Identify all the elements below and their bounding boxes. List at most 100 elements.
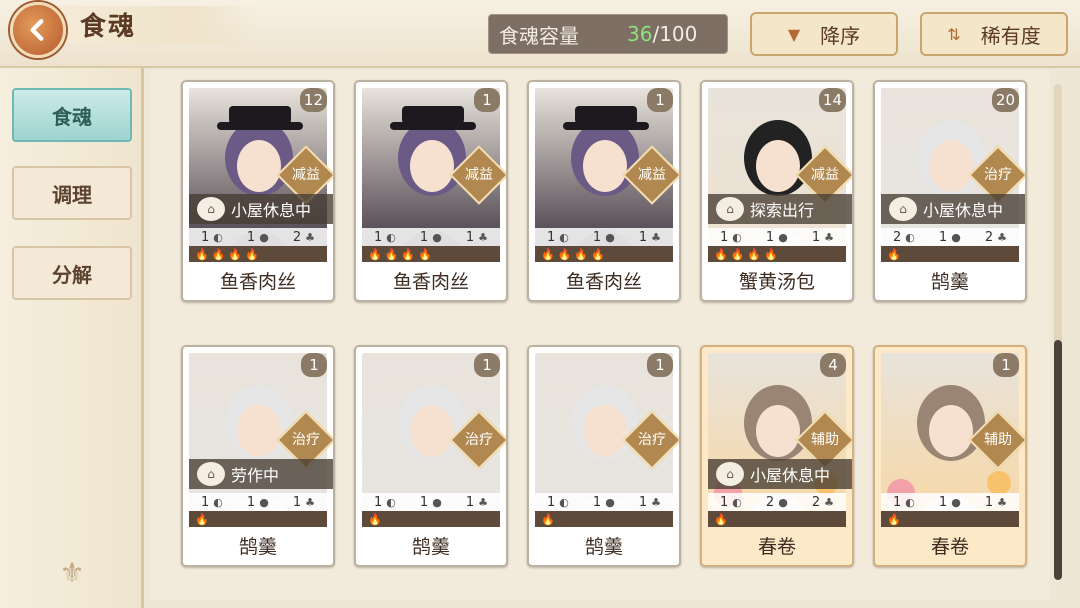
sidebar [0,68,144,608]
stats-row: 1 ◐ 1 ● 1 ♣ [535,493,673,511]
status-bar: ⌂ 小屋休息中 [708,459,852,489]
role-label: 治疗 [638,432,666,448]
card-name: 鱼香肉丝 [565,270,642,293]
stats-row: 1 ◐ 2 ● 2 ♣ [708,493,846,511]
food-soul-card[interactable]: 1 减益 1 ◐ 1 ● 1 ♣ 🔥 🔥 🔥 🔥 鱼香肉丝 [527,80,681,302]
sort-order-button[interactable]: ▼ 降序 [750,12,898,56]
sidebar-item-decompose[interactable]: 分解 [12,246,132,300]
stat-icon: ◐ [905,495,915,509]
status-bar: ⌂ 小屋休息中 [189,194,333,224]
sidebar-item-foodsoul[interactable]: 食魂 [12,88,132,142]
food-soul-card[interactable]: 20 治疗 ⌂ 小屋休息中 2 ◐ 1 ● 2 ♣ 🔥 鹄羹 [873,80,1027,302]
stat-value: 1 ● [419,494,442,510]
level-badge: 14 [818,88,846,112]
flame-icon: 🔥 [747,247,762,261]
stat-value: 1 ♣ [465,229,488,245]
food-soul-card[interactable]: 1 治疗 ⌂ 劳作中 1 ◐ 1 ● 1 ♣ 🔥 鹄羹 [181,345,335,567]
stat-value: 1 ● [419,229,442,245]
stat-value: 1 ● [592,229,615,245]
role-label: 辅助 [984,432,1012,448]
food-soul-card[interactable]: 1 治疗 1 ◐ 1 ● 1 ♣ 🔥 鹄羹 [527,345,681,567]
level-badge: 1 [647,353,673,377]
food-soul-card[interactable]: 14 减益 ⌂ 探索出行 1 ◐ 1 ● 1 ♣ 🔥 🔥 🔥 🔥 蟹黄汤包 [700,80,854,302]
stat-icon: ♣ [997,495,1007,509]
flame-icon: 🔥 [714,247,728,261]
stat-icon: ♣ [305,495,315,509]
stat-icon: ◐ [732,230,742,244]
stat-icon: ◐ [213,495,223,509]
scrollbar-thumb[interactable] [1054,340,1062,580]
sidebar-item-label: 食魂 [52,104,92,129]
card-name: 鹄羹 [411,535,450,558]
flame-icon: 🔥 [541,247,555,261]
stat-icon: ● [259,495,269,509]
chevron-left-icon [30,19,44,41]
stat-value: 2 ♣ [811,494,834,510]
food-soul-card[interactable]: 1 治疗 1 ◐ 1 ● 1 ♣ 🔥 鹄羹 [354,345,508,567]
level-badge: 12 [299,88,327,112]
flame-icon: 🔥 [228,247,243,261]
card-name: 春卷 [930,535,969,558]
stat-value: 1 ● [246,229,269,245]
stat-icon: ◐ [905,230,915,244]
level-badge: 4 [820,353,846,377]
stat-icon: ◐ [732,495,742,509]
stat-icon: ♣ [997,230,1007,244]
stat-value: 1 ♣ [638,229,661,245]
food-soul-card[interactable]: 1 减益 1 ◐ 1 ● 1 ♣ 🔥 🔥 🔥 🔥 鱼香肉丝 [354,80,508,302]
sidebar-item-label: 分解 [52,262,92,287]
role-label: 减益 [638,167,666,183]
house-icon: ⌂ [716,197,744,221]
stat-icon: ♣ [651,230,661,244]
page-title: 食魂 [80,12,137,42]
flame-icon: 🔥 [401,247,416,261]
sort-rarity-label: 稀有度 [980,23,1041,48]
capacity-display: 食魂容量 36 /100 [488,14,728,54]
stat-value: 1 ◐ [201,494,223,510]
flame-icon: 🔥 [574,247,589,261]
stat-icon: ● [432,230,442,244]
flame-icon: 🔥 [730,247,745,261]
flame-icon: 🔥 [541,512,555,526]
house-icon: ⌂ [716,462,744,486]
card-name: 鱼香肉丝 [219,270,296,293]
stat-value: 1 ◐ [547,229,569,245]
stat-icon: ● [259,230,269,244]
card-name: 鹄羹 [930,270,969,293]
level-badge: 20 [991,88,1019,112]
role-label: 治疗 [984,167,1012,183]
stat-value: 1 ♣ [984,494,1007,510]
role-label: 减益 [811,167,839,183]
stat-icon: ◐ [559,230,569,244]
stat-icon: ♣ [824,495,834,509]
stats-row: 1 ◐ 1 ● 1 ♣ [881,493,1019,511]
sidebar-item-cook[interactable]: 调理 [12,166,132,220]
food-soul-card[interactable]: 1 辅助 1 ◐ 1 ● 1 ♣ 🔥 春卷 [873,345,1027,567]
food-soul-card[interactable]: 12 减益 ⌂ 小屋休息中 1 ◐ 1 ● 2 ♣ 🔥 🔥 🔥 🔥 鱼香肉丝 [181,80,335,302]
stat-icon: ◐ [559,495,569,509]
stat-value: 1 ◐ [201,229,223,245]
level-badge: 1 [474,88,500,112]
stat-icon: ● [778,230,788,244]
role-label: 减益 [465,167,493,183]
stat-value: 1 ◐ [720,229,742,245]
flame-icon: 🔥 [368,247,382,261]
card-name: 鱼香肉丝 [392,270,469,293]
stat-value: 1 ♣ [292,494,315,510]
sort-rarity-button[interactable]: ⇅ 稀有度 [920,12,1068,56]
stat-value: 2 ◐ [893,229,915,245]
sort-arrows-icon: ⇅ [947,24,961,44]
stat-icon: ♣ [478,495,488,509]
flame-icon: 🔥 [591,247,605,261]
stat-icon: ♣ [305,230,315,244]
food-soul-card[interactable]: 4 辅助 ⌂ 小屋休息中 1 ◐ 2 ● 2 ♣ 🔥 春卷 [700,345,854,567]
stats-row: 1 ◐ 1 ● 2 ♣ [189,228,327,246]
flame-icon: 🔥 [384,247,399,261]
back-button[interactable] [10,2,66,58]
level-badge: 1 [647,88,673,112]
stat-value: 1 ♣ [811,229,834,245]
status-bar: ⌂ 小屋休息中 [881,194,1025,224]
title-banner [38,6,258,44]
house-icon: ⌂ [197,462,225,486]
flame-icon: 🔥 [245,247,259,261]
